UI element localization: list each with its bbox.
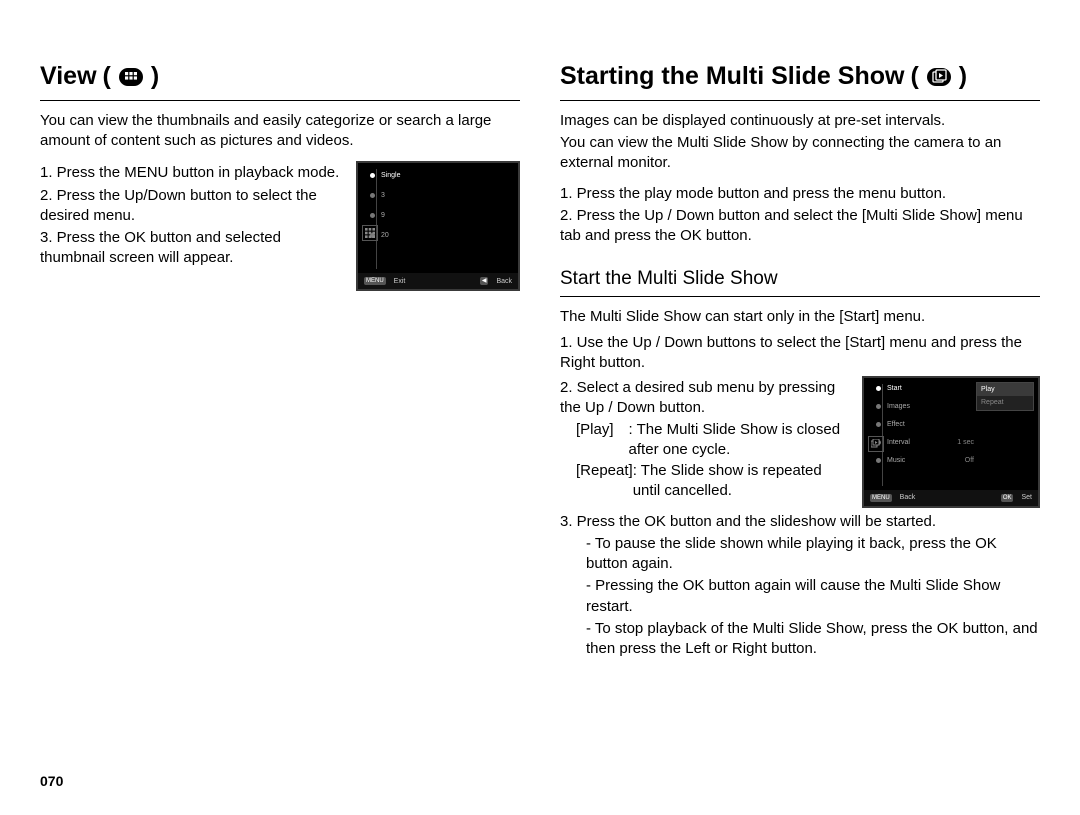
- view-menu-screenshot: Single 3 9 20: [356, 161, 520, 291]
- ss2-music-value: Off: [965, 456, 974, 465]
- right-column: Starting the Multi Slide Show ( ) Images…: [560, 60, 1040, 795]
- ss2-repeat: Repeat: [977, 396, 1033, 409]
- divider: [560, 296, 1040, 297]
- ss2-start: Start: [876, 384, 902, 393]
- divider: [560, 100, 1040, 101]
- menu-btn-tag: MENU: [870, 494, 892, 502]
- back-label: Back: [900, 493, 916, 502]
- ss2-music: Music: [876, 456, 905, 465]
- divider: [40, 100, 520, 101]
- start-menu-screenshot: Start Images Effect Interval Music 1 sec…: [862, 376, 1040, 508]
- back-arrow-icon: ◀: [480, 277, 489, 285]
- ss-item-3: 3: [370, 191, 385, 200]
- view-steps: 1. Press the MENU button in playback mod…: [40, 161, 342, 270]
- page-number: 070: [40, 772, 63, 791]
- view-title-close-paren: ): [151, 60, 159, 94]
- note-2: - Pressing the OK button again will caus…: [586, 576, 1040, 617]
- note-3: - To stop playback of the Multi Slide Sh…: [586, 619, 1040, 660]
- slideshow-icon: [868, 436, 884, 452]
- ss2-bottom-bar: MENU Back OK Set: [864, 490, 1038, 506]
- def-repeat-text: : The Slide show is repeated until cance…: [633, 461, 848, 502]
- slideshow-steps: 1. Press the play mode button and press …: [560, 184, 1040, 247]
- view-step-2: 2. Press the Up/Down button to select th…: [40, 186, 342, 227]
- ss-item-9: 9: [370, 211, 385, 220]
- def-play-text: : The Multi Slide Show is closed after o…: [629, 420, 848, 461]
- ss-item-single: Single: [370, 171, 400, 180]
- view-heading: View ( ): [40, 60, 520, 94]
- def-repeat-label: [Repeat]: [576, 461, 633, 502]
- slideshow-step-2: 2. Press the Up / Down button and select…: [560, 206, 1040, 247]
- slideshow-step-1: 1. Press the play mode button and press …: [560, 184, 1040, 204]
- start-step-1: 1. Use the Up / Down buttons to select t…: [560, 333, 1040, 374]
- view-step-3: 3. Press the OK button and selected thum…: [40, 228, 342, 269]
- slideshow-heading: Starting the Multi Slide Show ( ): [560, 60, 1040, 94]
- ss2-submenu: Play Repeat: [976, 382, 1034, 411]
- grid-icon: [362, 225, 378, 241]
- exit-label: Exit: [394, 277, 406, 286]
- menu-btn-tag: MENU: [364, 277, 386, 285]
- slideshow-intro-1: Images can be displayed continuously at …: [560, 111, 1040, 131]
- slideshow-icon: [925, 67, 953, 87]
- slideshow-title-text: Starting the Multi Slide Show: [560, 60, 904, 94]
- view-intro: You can view the thumbnails and easily c…: [40, 111, 520, 152]
- def-play-label: [Play]: [576, 420, 629, 461]
- start-subheading: Start the Multi Slide Show: [560, 266, 1040, 292]
- start-step-3: 3. Press the OK button and the slideshow…: [560, 512, 1040, 532]
- back-label: Back: [496, 277, 512, 286]
- ss2-interval-value: 1 sec: [957, 438, 974, 447]
- start-step-2: 2. Select a desired sub menu by pressing…: [560, 378, 848, 419]
- view-title-open-paren: (: [103, 60, 111, 94]
- grid-icon: [117, 67, 145, 87]
- left-column: View ( ) You can view the thumbnails and…: [40, 60, 520, 795]
- ss2-images: Images: [876, 402, 910, 411]
- ok-btn-tag: OK: [1001, 494, 1014, 502]
- ss2-effect: Effect: [876, 420, 905, 429]
- start-notes: - To pause the slide shown while playing…: [560, 534, 1040, 660]
- note-1: - To pause the slide shown while playing…: [586, 534, 1040, 575]
- view-title-text: View: [40, 60, 97, 94]
- view-step-1: 1. Press the MENU button in playback mod…: [40, 163, 342, 183]
- set-label: Set: [1021, 493, 1032, 502]
- ss-bottom-bar: MENU Exit ◀ Back: [358, 273, 518, 289]
- submenu-definitions: [Play] : The Multi Slide Show is closed …: [560, 420, 848, 501]
- ss2-play: Play: [977, 383, 1033, 396]
- start-intro: The Multi Slide Show can start only in t…: [560, 307, 1040, 327]
- slideshow-intro-2: You can view the Multi Slide Show by con…: [560, 133, 1040, 174]
